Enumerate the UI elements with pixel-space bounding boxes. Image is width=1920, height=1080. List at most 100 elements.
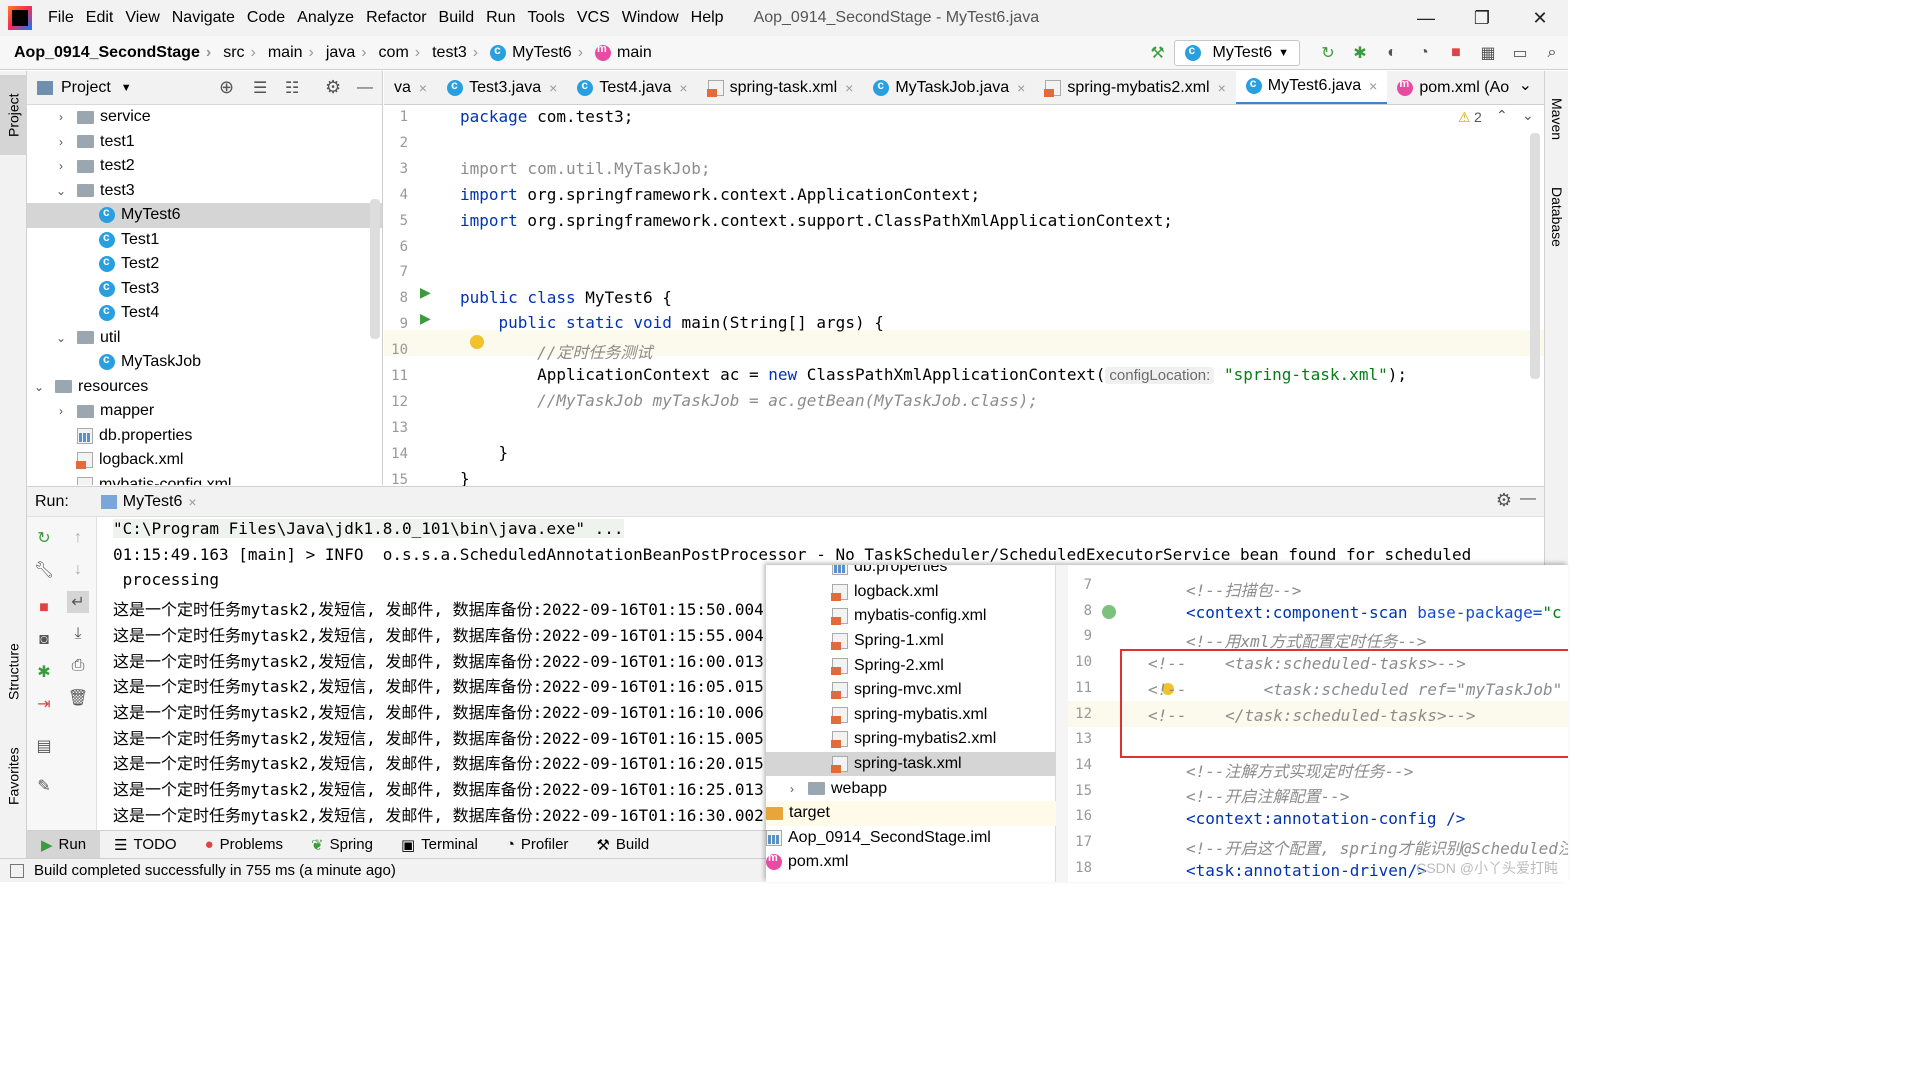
bottom-tab-run[interactable]: ▶ Run <box>27 830 101 859</box>
breadcrumb-mytest6[interactable]: MyTest6› <box>478 43 583 62</box>
camera-icon[interactable]: ◙ <box>33 629 55 651</box>
close-tab-icon[interactable]: × <box>549 80 557 96</box>
next-highlight-icon[interactable]: ⌄ <box>1522 107 1534 124</box>
menu-file[interactable]: File <box>42 9 80 27</box>
scrollbar[interactable] <box>370 199 380 339</box>
project-header-label[interactable]: Project <box>61 79 111 97</box>
menu-build[interactable]: Build <box>433 9 481 27</box>
close-tab-icon[interactable]: × <box>1218 80 1226 96</box>
hide-icon[interactable]: — <box>357 79 373 97</box>
tree-item[interactable]: › test1 <box>27 130 382 155</box>
tree-item[interactable]: MyTaskJob <box>27 350 382 375</box>
debug-icon[interactable]: ✱ <box>1349 42 1371 64</box>
editor-tab[interactable]: pom.xml (Ao <box>1387 71 1519 104</box>
gear-icon[interactable]: ⚙ <box>1496 490 1512 511</box>
chevron-down-icon[interactable]: ⌄ <box>33 380 45 394</box>
tree-item[interactable]: ⌄ util <box>27 326 382 351</box>
maven-tool-tab[interactable]: Maven <box>1545 79 1569 159</box>
close-tab-icon[interactable]: × <box>1017 80 1025 96</box>
chevron-down-icon[interactable]: ⌄ <box>55 331 67 345</box>
bottom-tab-profiler[interactable]: ◔ Profiler <box>492 831 583 859</box>
breadcrumb-main[interactable]: main › <box>256 44 314 62</box>
tabs-dropdown-icon[interactable]: ⌄ <box>1519 75 1532 95</box>
bottom-tab-build[interactable]: ⚒ Build <box>582 831 663 859</box>
bottom-tab-todo[interactable]: ☰ TODO <box>100 831 191 859</box>
menu-view[interactable]: View <box>119 9 165 27</box>
menu-vcs[interactable]: VCS <box>571 9 616 27</box>
editor-tab[interactable]: spring-mybatis2.xml × <box>1035 71 1235 104</box>
project-tool-tab[interactable]: Project <box>0 75 27 155</box>
dropdown-arrow-icon[interactable]: ▼ <box>121 82 132 94</box>
editor-tab[interactable]: Test4.java × <box>567 71 697 104</box>
tree-item[interactable]: ⌄ test3 <box>27 179 382 204</box>
menu-tools[interactable]: Tools <box>521 9 570 27</box>
scroll-to-end-icon[interactable]: ⤓ <box>67 623 89 645</box>
code-area[interactable]: 1 2 3 4 5 6 7 8 9 10 11 12 13 14 15 ▶ ▶ package com.te… <box>384 105 1544 488</box>
gear-icon[interactable]: ⚙ <box>325 77 341 98</box>
editor-tab[interactable]: Test3.java × <box>437 71 567 104</box>
close-tab-icon[interactable]: × <box>419 80 427 96</box>
menu-window[interactable]: Window <box>616 9 685 27</box>
breadcrumb-java[interactable]: java › <box>314 44 367 62</box>
layout-icon[interactable]: ▤ <box>33 735 55 757</box>
bottom-tab-problems[interactable]: ● Problems <box>191 831 297 859</box>
previous-highlight-icon[interactable]: ⌃ <box>1496 107 1508 124</box>
close-tab-icon[interactable]: × <box>845 80 853 96</box>
database-tool-tab[interactable]: Database <box>1545 167 1569 267</box>
breadcrumb-test3[interactable]: test3 › <box>420 44 478 62</box>
close-tab-icon[interactable]: × <box>679 80 687 96</box>
trash-icon[interactable]: 🗑︎ <box>67 687 89 709</box>
close-button[interactable]: ✕ <box>1512 0 1568 36</box>
tree-item[interactable]: MyTest6 <box>27 203 382 228</box>
editor-scrollbar[interactable] <box>1530 133 1540 379</box>
project-structure-icon[interactable]: ▦ <box>1477 42 1499 64</box>
rerun-icon[interactable]: ↻ <box>33 527 55 549</box>
collapse-all-icon[interactable]: ☷ <box>285 78 299 98</box>
soft-wrap-icon[interactable]: ↵ <box>67 591 89 613</box>
tree-item[interactable]: mybatis-config.xml <box>27 473 382 485</box>
breadcrumb-com[interactable]: com › <box>367 44 421 62</box>
wrench-icon[interactable]: 🔧︎ <box>33 559 55 581</box>
expand-all-icon[interactable]: ☰ <box>253 78 267 98</box>
breadcrumb-project[interactable]: Aop_0914_SecondStage › <box>0 44 211 62</box>
profile-icon[interactable]: ◔ <box>1413 42 1435 64</box>
bottom-tab-terminal[interactable]: ▣ Terminal <box>387 831 492 859</box>
close-tab-icon[interactable]: × <box>188 494 196 510</box>
chevron-right-icon[interactable]: › <box>55 159 67 173</box>
status-message[interactable]: Build completed successfully in 755 ms (… <box>34 862 396 879</box>
chevron-right-icon[interactable]: › <box>55 135 67 149</box>
restore-button[interactable]: ❐ <box>1454 0 1510 36</box>
pin-icon[interactable]: ✎ <box>33 775 55 797</box>
print-icon[interactable]: ⎙ <box>67 655 89 677</box>
tree-item[interactable]: › mapper <box>27 399 382 424</box>
warning-count[interactable]: 2 <box>1474 109 1482 125</box>
search-icon[interactable]: ⌕ <box>1541 42 1563 64</box>
stop-icon[interactable]: ■ <box>1445 42 1467 64</box>
stop-icon[interactable]: ■ <box>33 597 55 619</box>
down-arrow-icon[interactable]: ↓ <box>67 559 89 581</box>
chevron-right-icon[interactable]: › <box>55 110 67 124</box>
layout-icon[interactable]: ▭ <box>1509 42 1531 64</box>
tree-item[interactable]: Test4 <box>27 301 382 326</box>
minimize-button[interactable]: — <box>1398 0 1454 36</box>
warning-icon[interactable]: ⚠ <box>1458 109 1471 126</box>
tree-item[interactable]: › test2 <box>27 154 382 179</box>
tree-item[interactable]: Test1 <box>27 228 382 253</box>
run-configuration-select[interactable]: MyTest6 ▼ <box>1173 40 1300 66</box>
tree-item[interactable]: logback.xml <box>27 448 382 473</box>
run-tab-mytest6[interactable]: MyTest6 × <box>95 493 203 511</box>
status-toggle-icon[interactable] <box>10 863 24 878</box>
hammer-build-icon[interactable]: ⚒ <box>1147 42 1169 64</box>
breadcrumb-src[interactable]: src › <box>211 44 256 62</box>
run-class-icon[interactable]: ▶ <box>420 284 431 301</box>
bottom-tab-spring[interactable]: ❦ Spring <box>297 831 387 859</box>
menu-run[interactable]: Run <box>480 9 521 27</box>
settings-bug-icon[interactable]: ✱ <box>33 661 55 683</box>
chevron-down-icon[interactable]: ⌄ <box>55 184 67 198</box>
tree-item[interactable]: ⌄ resources <box>27 375 382 400</box>
chevron-right-icon[interactable]: › <box>55 404 67 418</box>
locate-icon[interactable]: ⊕ <box>219 77 234 98</box>
up-arrow-icon[interactable]: ↑ <box>67 527 89 549</box>
menu-navigate[interactable]: Navigate <box>166 9 241 27</box>
menu-code[interactable]: Code <box>241 9 291 27</box>
